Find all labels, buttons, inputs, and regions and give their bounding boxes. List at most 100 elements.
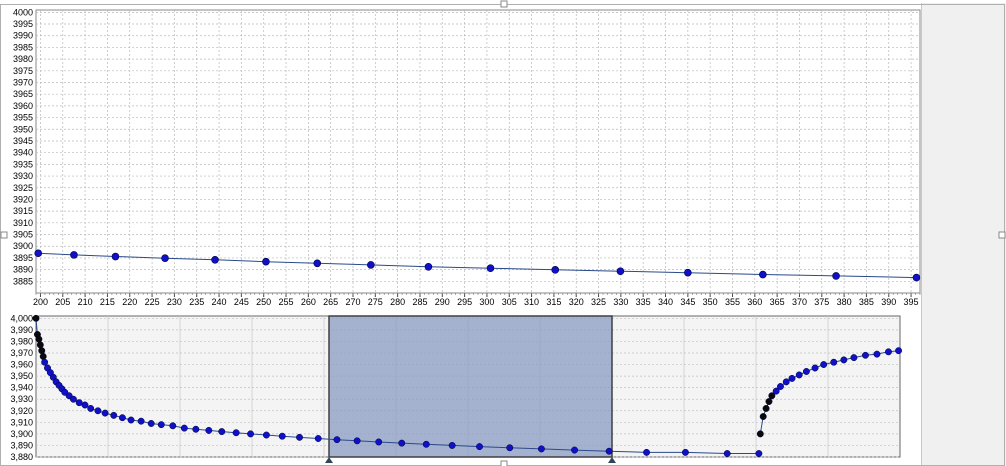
top-x-tick-label: 330 bbox=[613, 297, 628, 307]
top-y-tick-label: 3965 bbox=[13, 89, 33, 99]
overview-data-point bbox=[422, 440, 430, 448]
top-x-tick-label: 215 bbox=[100, 297, 115, 307]
top-x-tick-label: 360 bbox=[747, 297, 762, 307]
overview-y-tick-label: 4,000 bbox=[10, 313, 33, 323]
overview-data-point bbox=[782, 378, 790, 386]
top-x-tick-label: 380 bbox=[837, 297, 852, 307]
overview-y-axis: 4,000 3,9903,980 3,970 3,9603,950 3,9403,930… bbox=[10, 313, 33, 462]
overview-data-point bbox=[375, 438, 383, 446]
top-x-tick-label: 295 bbox=[457, 297, 472, 307]
top-x-tick-label: 225 bbox=[145, 297, 160, 307]
overview-chart: 4,000 3,9903,980 3,970 3,9603,950 3,9403,930… bbox=[10, 313, 903, 463]
top-x-tick-label: 205 bbox=[55, 297, 70, 307]
top-x-tick-label: 210 bbox=[78, 297, 93, 307]
overview-data-point bbox=[94, 407, 102, 415]
overview-data-point bbox=[795, 371, 803, 379]
overview-data-point bbox=[820, 361, 828, 368]
top-x-tick-label: 340 bbox=[658, 297, 673, 307]
overview-data-point bbox=[571, 446, 579, 454]
overview-data-point bbox=[180, 424, 188, 432]
top-x-tick-label: 255 bbox=[279, 297, 294, 307]
overview-data-point bbox=[101, 409, 109, 417]
top-x-tick-label: 305 bbox=[502, 297, 517, 307]
overview-data-point bbox=[681, 448, 689, 456]
overview-y-tick-label: 3,900 bbox=[10, 429, 33, 439]
top-data-point bbox=[70, 251, 78, 259]
overview-data-point bbox=[157, 421, 165, 429]
resize-handle-bottom[interactable] bbox=[500, 460, 508, 466]
overview-data-point bbox=[118, 414, 126, 422]
overview-y-tick-label: 3,920 bbox=[10, 406, 33, 416]
top-y-tick-label: 3885 bbox=[13, 276, 33, 286]
top-x-tick-label: 230 bbox=[167, 297, 182, 307]
top-data-point bbox=[424, 263, 433, 271]
top-x-tick-label: 345 bbox=[680, 297, 695, 307]
top-x-tick-label: 260 bbox=[301, 297, 316, 307]
top-data-point bbox=[912, 273, 921, 282]
top-y-tick-label: 4000 bbox=[13, 7, 33, 17]
top-y-tick-label: 3980 bbox=[13, 54, 33, 64]
resize-handle-top[interactable] bbox=[500, 0, 508, 8]
overview-y-tick-label: 3,910 bbox=[10, 417, 33, 427]
top-y-tick-label: 3915 bbox=[13, 206, 33, 216]
top-data-point bbox=[111, 252, 120, 261]
overview-data-point bbox=[448, 441, 456, 449]
overview-data-point bbox=[895, 347, 903, 355]
overview-y-tick-label: 3,950 bbox=[10, 371, 33, 381]
overview-data-point bbox=[32, 314, 40, 322]
overview-data-point bbox=[247, 430, 255, 438]
resize-handle-right[interactable] bbox=[998, 231, 1006, 239]
selection-rect[interactable] bbox=[328, 315, 613, 458]
overview-data-point bbox=[147, 420, 155, 427]
overview-data-point bbox=[811, 364, 819, 372]
top-y-tick-label: 3955 bbox=[13, 113, 33, 123]
overview-data-point bbox=[169, 422, 177, 430]
overview-data-point bbox=[476, 443, 483, 451]
overview-y-tick-label: 3,930 bbox=[10, 394, 33, 404]
overview-data-point bbox=[643, 448, 651, 456]
overview-y-tick-label: 3,880 bbox=[10, 452, 33, 462]
top-y-tick-label: 3950 bbox=[13, 124, 33, 134]
overview-data-point bbox=[35, 335, 43, 343]
top-y-tick-label: 3975 bbox=[13, 66, 33, 76]
overview-data-point bbox=[218, 428, 226, 436]
top-y-tick-label: 3960 bbox=[13, 101, 33, 111]
overview-data-point bbox=[506, 444, 514, 452]
top-y-tick-label: 3985 bbox=[13, 42, 33, 52]
overview-data-point bbox=[81, 401, 89, 409]
overview-data-point bbox=[333, 436, 341, 444]
top-y-tick-label: 3925 bbox=[13, 183, 33, 193]
top-y-tick-label: 3895 bbox=[13, 253, 33, 263]
overview-data-point bbox=[36, 341, 44, 349]
top-x-tick-label: 325 bbox=[591, 297, 606, 307]
top-chart: 3885389038953900390539103915392039253930… bbox=[13, 7, 921, 307]
overview-data-point bbox=[41, 358, 49, 366]
overview-data-point bbox=[802, 368, 810, 375]
top-y-tick-label: 3920 bbox=[13, 194, 33, 204]
overview-data-point bbox=[537, 445, 545, 453]
top-x-tick-label: 275 bbox=[368, 297, 383, 307]
overview-data-point bbox=[262, 431, 270, 439]
top-y-axis: 3885389038953900390539103915392039253930… bbox=[13, 7, 33, 286]
overview-data-point bbox=[762, 405, 770, 412]
top-x-tick-label: 370 bbox=[792, 297, 807, 307]
resize-handle-left[interactable] bbox=[0, 231, 8, 239]
top-data-point bbox=[262, 257, 270, 266]
overview-data-point bbox=[232, 429, 240, 437]
top-x-tick-label: 200 bbox=[33, 297, 48, 307]
overview-data-point bbox=[788, 374, 796, 382]
overview-y-tick-label: 3,970 bbox=[10, 348, 33, 358]
overview-data-point bbox=[69, 395, 77, 403]
top-y-tick-label: 3940 bbox=[13, 148, 33, 158]
top-x-tick-label: 355 bbox=[725, 297, 740, 307]
top-y-tick-label: 3930 bbox=[13, 171, 33, 181]
overview-data-point bbox=[278, 432, 286, 440]
top-data-point bbox=[211, 255, 219, 264]
overview-y-tick-label: 3,990 bbox=[10, 325, 33, 335]
overview-data-point bbox=[777, 383, 784, 390]
overview-data-point bbox=[759, 413, 767, 420]
overview-data-point bbox=[38, 347, 46, 355]
top-data-point bbox=[616, 267, 625, 276]
overview-data-point bbox=[723, 450, 731, 457]
top-plot-area bbox=[35, 9, 921, 294]
